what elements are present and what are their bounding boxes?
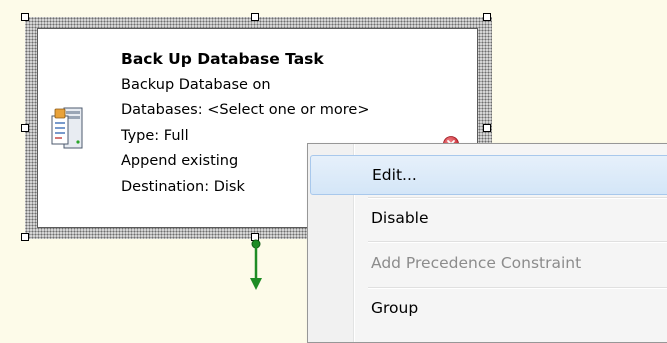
menu-item-disable[interactable]: Disable [310, 199, 667, 239]
resize-handle-bottom-left[interactable] [21, 233, 29, 241]
resize-handle-top-center[interactable] [251, 13, 259, 21]
precedence-arrow-icon[interactable] [245, 232, 267, 292]
menu-item-add-precedence-constraint: Add Precedence Constraint [310, 244, 667, 284]
menu-item-group[interactable]: Group [310, 289, 667, 329]
resize-handle-middle-left[interactable] [21, 124, 29, 132]
context-menu: Edit... Disable Add Precedence Constrain… [307, 143, 667, 343]
menu-item-group-label: Group [371, 299, 419, 317]
menu-item-edit[interactable]: Edit... [310, 155, 667, 195]
menu-item-disable-label: Disable [371, 209, 429, 227]
backup-database-icon [51, 107, 83, 149]
menu-item-add-precedence-constraint-label: Add Precedence Constraint [371, 254, 582, 272]
menu-separator [368, 241, 667, 243]
resize-handle-top-left[interactable] [21, 13, 29, 21]
task-title: Back Up Database Task [121, 50, 324, 68]
task-line-databases: Databases: <Select one or more> [121, 102, 370, 118]
resize-handle-top-right[interactable] [483, 13, 491, 21]
menu-item-edit-label: Edit... [372, 166, 417, 184]
task-line-server: Backup Database on [121, 76, 271, 93]
resize-handle-middle-right[interactable] [483, 124, 491, 132]
